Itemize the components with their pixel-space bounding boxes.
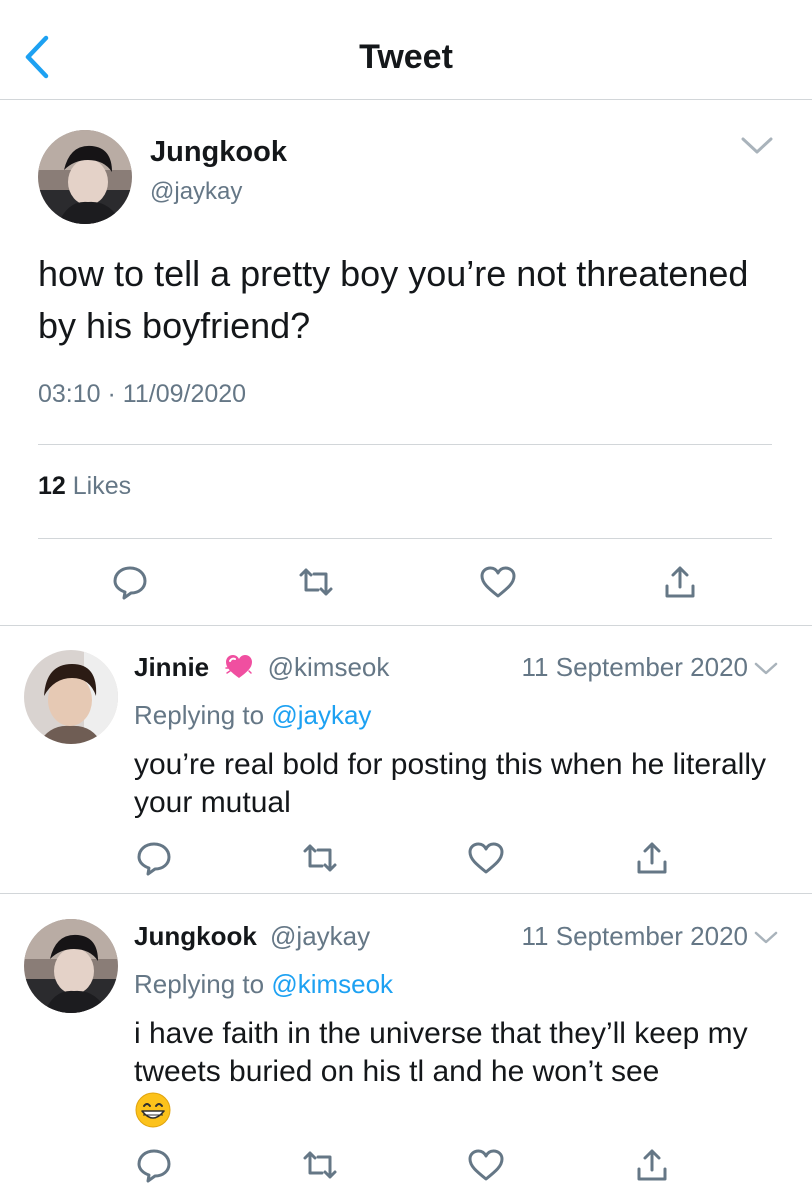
tweet-time: 03:10	[38, 380, 101, 408]
retweet-icon[interactable]	[300, 838, 340, 878]
avatar[interactable]	[38, 130, 132, 224]
heart-emoji-icon	[225, 655, 253, 678]
like-icon[interactable]	[466, 1145, 506, 1185]
author-handle[interactable]: @jaykay	[270, 921, 370, 951]
reply-date: 11 September 2020	[521, 652, 748, 682]
tweet-text: how to tell a pretty boy you’re not thre…	[38, 253, 749, 346]
avatar[interactable]	[24, 919, 118, 1013]
likes-count-link[interactable]: 12 Likes	[38, 472, 131, 501]
divider	[38, 444, 772, 445]
reply-text: you’re real bold for posting this when h…	[134, 748, 767, 819]
meta-separator: ·	[107, 380, 116, 408]
tweet-actions	[0, 1145, 812, 1185]
replying-to: Replying to @jaykay	[134, 700, 371, 731]
replying-to: Replying to @kimseok	[134, 969, 393, 1000]
main-tweet: Jungkook @jaykay how to tell a pretty bo…	[0, 100, 812, 626]
likes-count: 12	[38, 472, 66, 500]
top-bar: Tweet	[0, 0, 812, 100]
share-icon[interactable]	[632, 1145, 672, 1185]
replying-label: Replying to	[134, 700, 265, 730]
reply-text-block: i have faith in the universe that they’l…	[134, 1015, 774, 1131]
author-handle[interactable]: @jaykay	[150, 178, 242, 206]
reply-icon[interactable]	[110, 562, 150, 602]
reply-icon[interactable]	[134, 1145, 174, 1185]
replying-to-link[interactable]: @jaykay	[271, 700, 371, 730]
like-icon[interactable]	[466, 838, 506, 878]
page-title: Tweet	[359, 38, 453, 76]
grinning-face-emoji-icon	[135, 1092, 171, 1128]
retweet-icon[interactable]	[300, 1145, 340, 1185]
chevron-down-icon[interactable]	[740, 136, 774, 156]
author-name[interactable]: Jinnie	[134, 652, 209, 682]
reply-tweet[interactable]: Jungkook @jaykay 11 September 2020 Reply…	[0, 895, 812, 1200]
tweet-timestamp: 03:10 · 11/09/2020	[38, 380, 246, 409]
author-name[interactable]: Jungkook	[134, 921, 257, 951]
chevron-down-icon[interactable]	[754, 662, 778, 676]
replying-to-link[interactable]: @kimseok	[271, 969, 393, 999]
tweet-actions	[0, 838, 812, 878]
chevron-down-icon[interactable]	[754, 931, 778, 945]
share-icon[interactable]	[632, 838, 672, 878]
retweet-icon[interactable]	[296, 562, 336, 602]
reply-text: i have faith in the universe that they’l…	[134, 1017, 748, 1088]
reply-date: 11 September 2020	[521, 921, 748, 951]
reply-tweet[interactable]: Jinnie @kimseok 11 September 2020 Replyi…	[0, 626, 812, 894]
avatar[interactable]	[24, 650, 118, 744]
tweet-actions	[0, 562, 812, 602]
reply-header: Jinnie @kimseok	[134, 652, 389, 683]
like-icon[interactable]	[478, 562, 518, 602]
likes-label: Likes	[72, 472, 132, 500]
reply-icon[interactable]	[134, 838, 174, 878]
author-handle[interactable]: @kimseok	[268, 652, 390, 682]
author-name[interactable]: Jungkook	[150, 136, 287, 169]
share-icon[interactable]	[660, 562, 700, 602]
tweet-date: 11/09/2020	[122, 380, 247, 408]
divider	[38, 538, 772, 539]
replying-label: Replying to	[134, 969, 265, 999]
reply-header: Jungkook @jaykay	[134, 921, 370, 952]
